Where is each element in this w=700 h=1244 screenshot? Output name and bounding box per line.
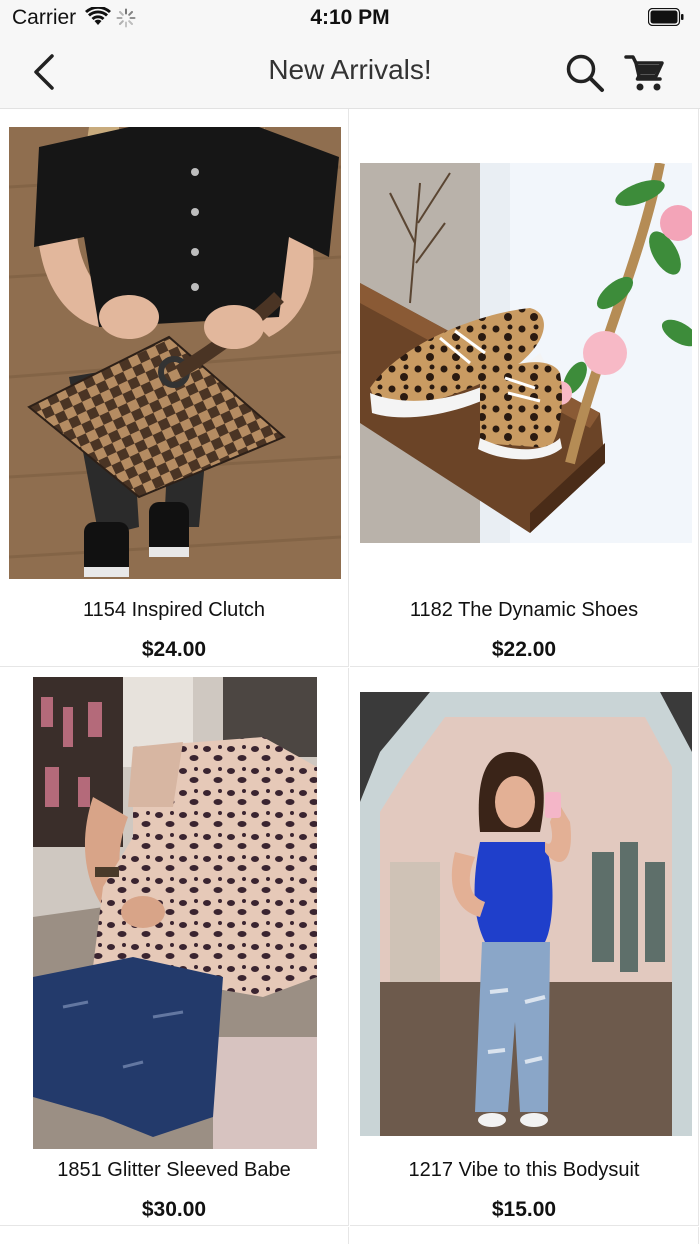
search-button[interactable] — [564, 52, 606, 94]
product-card[interactable]: 1851 Glitter Sleeved Babe $30.00 — [0, 668, 349, 1226]
product-price: $30.00 — [141, 1198, 207, 1221]
product-image — [9, 127, 341, 579]
product-name: 1154 Inspired Clutch — [83, 599, 265, 621]
cart-icon — [624, 55, 664, 91]
product-name: 1182 The Dynamic Shoes — [409, 599, 639, 621]
product-price: $15.00 — [491, 1198, 557, 1221]
search-icon — [566, 54, 604, 92]
product-card[interactable]: 1154 Inspired Clutch $24.00 — [0, 109, 349, 667]
product-card[interactable]: 1182 The Dynamic Shoes $22.00 — [350, 109, 699, 667]
cart-button[interactable] — [624, 52, 666, 94]
product-price: $24.00 — [141, 638, 207, 661]
product-name: 1851 Glitter Sleeved Babe — [57, 1159, 291, 1181]
product-name: 1217 Vibe to this Bodysuit — [408, 1159, 640, 1181]
status-bar: Carrier 4:10 PM — [0, 0, 700, 36]
product-card[interactable] — [350, 1227, 699, 1244]
product-image — [360, 163, 692, 543]
product-image — [33, 677, 317, 1149]
product-card[interactable] — [0, 1227, 349, 1244]
status-time: 4:10 PM — [310, 6, 390, 29]
product-card[interactable]: 1217 Vibe to this Bodysuit $15.00 — [350, 668, 699, 1226]
product-grid: 1154 Inspired Clutch $24.00 1182 The Dyn… — [0, 109, 700, 1244]
product-price: $22.00 — [491, 638, 557, 661]
navigation-bar: New Arrivals! — [0, 36, 700, 109]
product-image — [360, 692, 692, 1136]
battery-icon — [647, 7, 684, 27]
